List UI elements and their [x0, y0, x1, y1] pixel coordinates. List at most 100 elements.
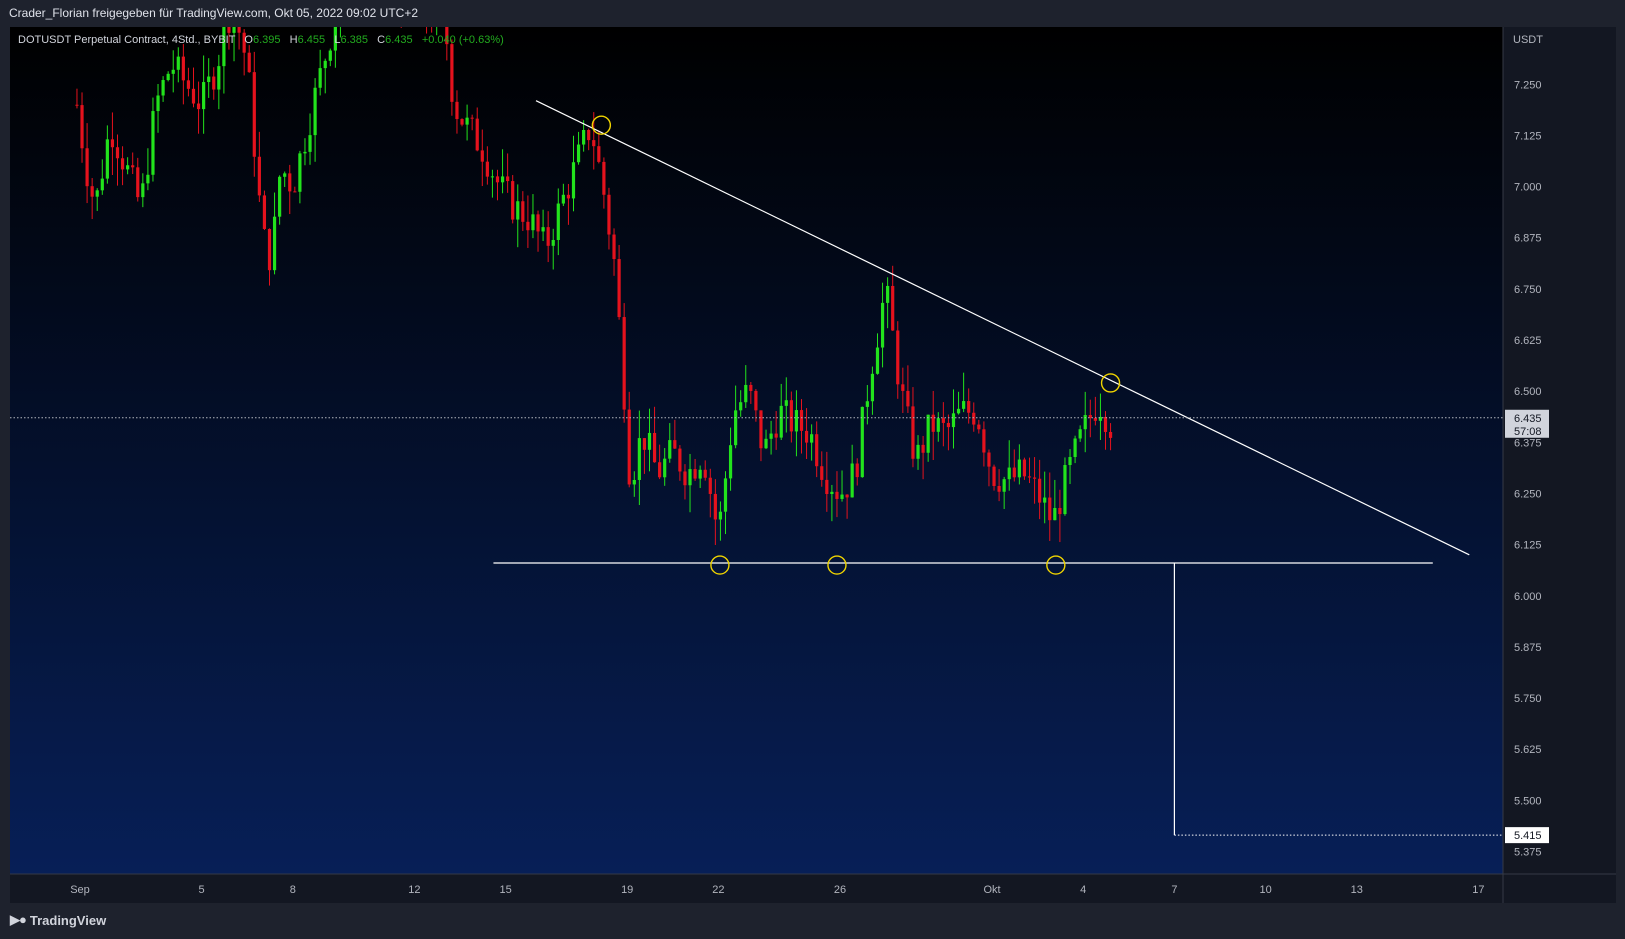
candle-body: [186, 80, 191, 89]
candle-body: [713, 493, 717, 520]
candle-body: [1012, 467, 1016, 478]
candle-body: [318, 68, 322, 88]
candle-body: [430, 15, 433, 24]
candle-body: [415, 0, 418, 3]
tradingview-brand[interactable]: ▶● TradingView: [10, 912, 106, 928]
candle-body: [627, 409, 631, 485]
price-axis-background[interactable]: [1503, 27, 1616, 903]
candle-body: [688, 469, 692, 486]
candle-body: [617, 259, 621, 318]
footer-bar: [0, 903, 1625, 939]
candle-body: [799, 410, 804, 431]
candle-body: [420, 0, 423, 3]
candle: [410, 0, 413, 1]
candle: [420, 0, 423, 4]
candle-body: [247, 52, 251, 73]
candle-body: [136, 167, 140, 198]
candle-body: [891, 285, 895, 331]
candle-body: [207, 76, 211, 83]
candle-body: [495, 176, 500, 183]
candle-body: [951, 413, 956, 428]
candle-body: [85, 148, 89, 187]
candle-body: [1032, 477, 1037, 479]
candle-body: [774, 433, 778, 438]
candle-body: [146, 174, 150, 184]
countdown-label: 57:08: [1514, 426, 1542, 438]
candle-body: [1002, 479, 1006, 492]
candle-body: [718, 511, 723, 520]
candle-body: [283, 173, 287, 177]
candle: [374, 0, 377, 1]
candle-body: [480, 150, 484, 162]
candle-body: [825, 479, 829, 495]
candle-body: [582, 129, 586, 145]
candle-body: [683, 471, 687, 486]
candle-body: [592, 140, 596, 147]
candle-body: [967, 401, 971, 413]
candle-body: [541, 227, 545, 232]
candle-body: [1048, 497, 1052, 521]
legend-symbol[interactable]: DOTUSDT Perpetual Contract, 4Std., BYBIT: [18, 34, 235, 46]
time-axis-background[interactable]: [10, 874, 1503, 903]
candle-body: [1068, 457, 1072, 466]
candle-body: [500, 176, 505, 183]
candle-body: [546, 227, 550, 246]
time-tick-label: 7: [1171, 884, 1177, 896]
time-tick-label: 4: [1080, 884, 1086, 896]
time-tick-label: 26: [834, 884, 846, 896]
candle-body: [257, 156, 261, 196]
candle-body: [551, 239, 555, 246]
candle-body: [521, 201, 525, 222]
candle-body: [536, 214, 540, 232]
candle-body: [227, 27, 231, 33]
candle: [354, 0, 357, 19]
candle-body: [637, 438, 641, 480]
candle-body: [739, 402, 743, 411]
time-tick-label: 19: [621, 884, 633, 896]
price-tick-label: 6.375: [1514, 437, 1542, 449]
candle-body: [506, 176, 510, 182]
candle-body: [992, 466, 996, 486]
candle-body: [896, 330, 900, 385]
candle-body: [278, 176, 282, 217]
candle: [511, 175, 515, 224]
candle-body: [870, 373, 875, 402]
candle-body: [262, 195, 267, 229]
candle-body: [612, 234, 616, 260]
candle: [379, 0, 382, 21]
candle-body: [344, 0, 347, 2]
legend-close: 6.435: [385, 34, 413, 46]
candle-body: [1093, 417, 1097, 421]
candle-body: [1078, 429, 1082, 439]
candle-body: [794, 410, 799, 432]
candle-body: [455, 101, 459, 120]
candle-body: [810, 434, 814, 443]
candle-body: [1063, 465, 1067, 515]
candle-body: [460, 119, 464, 125]
candle-body: [668, 440, 672, 459]
candle-body: [490, 176, 495, 178]
price-tick-label: 7.125: [1514, 130, 1542, 142]
candle-body: [425, 0, 428, 15]
candle: [415, 0, 418, 3]
candle: [1063, 457, 1067, 516]
candle-body: [607, 194, 611, 235]
candle-body: [75, 104, 79, 106]
candle-body: [769, 433, 773, 439]
candle-body: [126, 165, 130, 170]
candle: [262, 190, 267, 231]
candle-body: [693, 469, 697, 479]
time-tick-label: 15: [499, 884, 511, 896]
candle-body: [597, 146, 601, 162]
brand-name: TradingView: [29, 912, 107, 928]
candlestick-chart[interactable]: USDT 7.250 7.125 7.000 6.875 6.750 6.625 6.500 6…: [0, 0, 1625, 939]
price-tick-label: 7.250: [1514, 79, 1542, 91]
candle-body: [865, 401, 869, 407]
candle-body: [576, 144, 581, 163]
candle-body: [303, 151, 307, 154]
candle-body: [100, 178, 104, 191]
candle-body: [405, 0, 408, 15]
candle-body: [602, 161, 606, 195]
price-tick-label: 5.375: [1514, 846, 1542, 858]
candle-body: [698, 469, 702, 479]
